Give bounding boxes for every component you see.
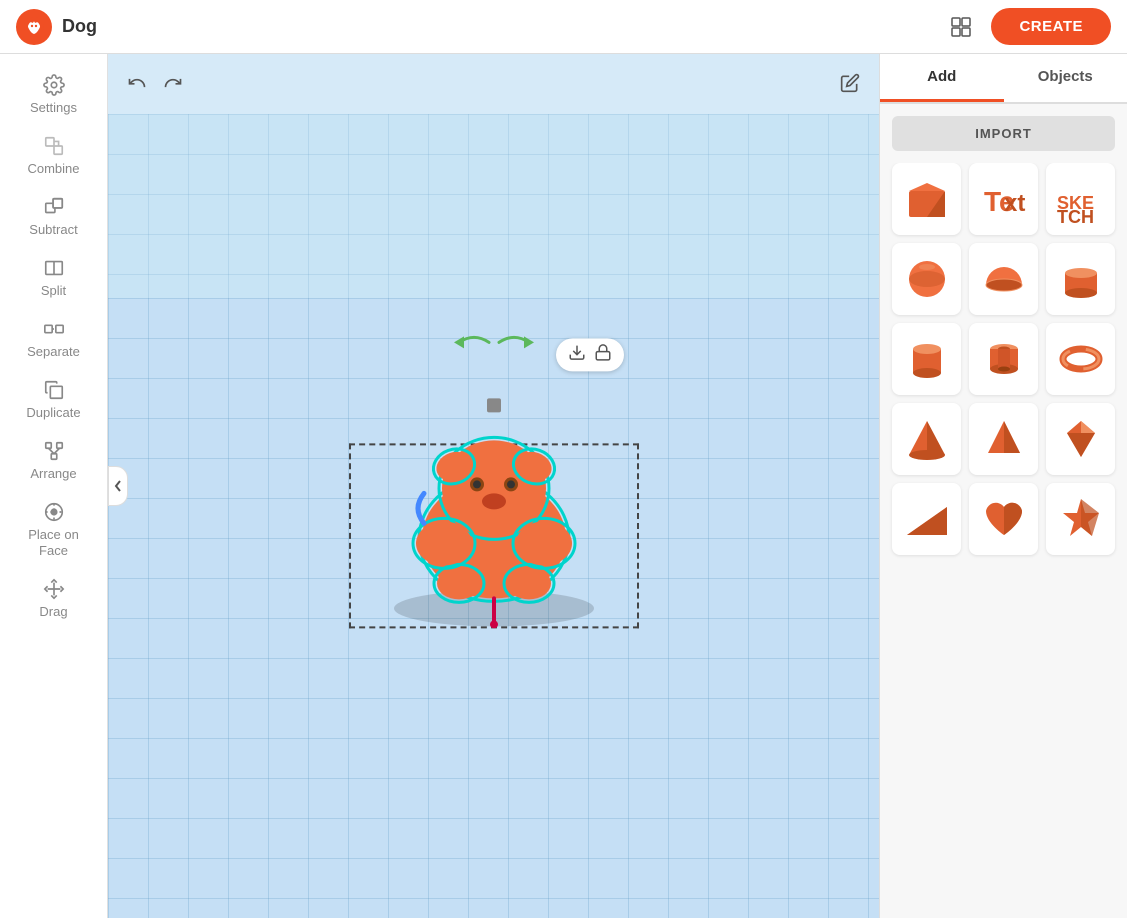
sidebar-item-label: Combine bbox=[27, 161, 79, 176]
sidebar-item-label: Arrange bbox=[30, 466, 76, 481]
edit-button[interactable] bbox=[835, 68, 865, 98]
import-button[interactable]: IMPORT bbox=[892, 116, 1115, 151]
grid-view-button[interactable] bbox=[943, 9, 979, 45]
tab-add[interactable]: Add bbox=[880, 54, 1004, 102]
panel-tabs: Add Objects bbox=[880, 54, 1127, 104]
shape-tube[interactable] bbox=[969, 323, 1038, 395]
undo-button[interactable] bbox=[122, 68, 152, 98]
logo-icon bbox=[16, 9, 52, 45]
height-indicator bbox=[487, 398, 501, 412]
shape-heart[interactable] bbox=[969, 483, 1038, 555]
header-right: CREATE bbox=[943, 8, 1111, 45]
tab-objects[interactable]: Objects bbox=[1004, 54, 1127, 102]
shape-gem[interactable] bbox=[1046, 403, 1115, 475]
canvas-toolbar bbox=[122, 68, 188, 98]
shape-pyramid[interactable] bbox=[969, 403, 1038, 475]
svg-text:TCH: TCH bbox=[1057, 207, 1094, 225]
sidebar-item-label: Separate bbox=[27, 344, 80, 359]
canvas-area[interactable] bbox=[108, 54, 879, 918]
shape-hemisphere[interactable] bbox=[969, 243, 1038, 315]
sidebar-item-label: Settings bbox=[30, 100, 77, 115]
sidebar: Settings Combine Subtract bbox=[0, 54, 108, 918]
sidebar-item-place-on-face[interactable]: Place on Face bbox=[6, 493, 101, 566]
sidebar-item-combine[interactable]: Combine bbox=[6, 127, 101, 184]
shape-wedge[interactable] bbox=[892, 483, 961, 555]
sidebar-item-subtract[interactable]: Subtract bbox=[6, 188, 101, 245]
main-layout: Settings Combine Subtract bbox=[0, 54, 1127, 918]
sidebar-item-label: Duplicate bbox=[26, 405, 80, 420]
object-controls bbox=[556, 338, 624, 371]
sidebar-item-label: Subtract bbox=[29, 222, 77, 237]
sidebar-item-separate[interactable]: Separate bbox=[6, 310, 101, 367]
shape-cylinder[interactable] bbox=[892, 323, 961, 395]
sidebar-item-split[interactable]: Split bbox=[6, 249, 101, 306]
shape-torus[interactable] bbox=[1046, 323, 1115, 395]
sidebar-item-label: Split bbox=[41, 283, 66, 298]
shape-star[interactable] bbox=[1046, 483, 1115, 555]
redo-button[interactable] bbox=[158, 68, 188, 98]
sidebar-item-label: Place on Face bbox=[12, 527, 95, 558]
download-button[interactable] bbox=[568, 343, 586, 366]
object-container bbox=[344, 368, 644, 648]
sidebar-item-drag[interactable]: Drag bbox=[6, 570, 101, 627]
lock-button[interactable] bbox=[594, 343, 612, 366]
svg-text:xt: xt bbox=[1004, 190, 1025, 217]
shape-sphere[interactable] bbox=[892, 243, 961, 315]
shapes-grid: Te xt SKE TCH bbox=[880, 163, 1127, 567]
shape-cylinder-flat[interactable] bbox=[1046, 243, 1115, 315]
sidebar-item-arrange[interactable]: Arrange bbox=[6, 432, 101, 489]
app-title: Dog bbox=[62, 16, 97, 37]
sidebar-item-duplicate[interactable]: Duplicate bbox=[6, 371, 101, 428]
collapse-sidebar-button[interactable] bbox=[108, 466, 128, 506]
sidebar-item-settings[interactable]: Settings bbox=[6, 66, 101, 123]
header-left: Dog bbox=[16, 9, 97, 45]
sidebar-item-label: Drag bbox=[39, 604, 67, 619]
shape-box[interactable] bbox=[892, 163, 961, 235]
shape-sketch[interactable]: SKE TCH bbox=[1046, 163, 1115, 235]
dog-character bbox=[364, 398, 624, 633]
canvas-edit-toolbar bbox=[835, 68, 865, 98]
create-button[interactable]: CREATE bbox=[991, 8, 1111, 45]
shape-cone[interactable] bbox=[892, 403, 961, 475]
right-panel: Add Objects IMPORT Te xt bbox=[879, 54, 1127, 918]
header: Dog CREATE bbox=[0, 0, 1127, 54]
move-arrows bbox=[454, 328, 534, 356]
shape-text[interactable]: Te xt bbox=[969, 163, 1038, 235]
